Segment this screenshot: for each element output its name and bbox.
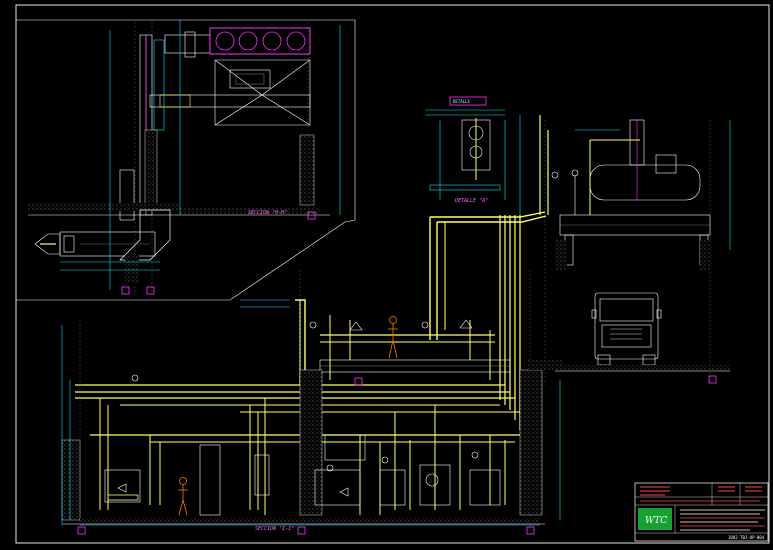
person-figure-1 bbox=[178, 477, 188, 516]
drawing-sheet: SECCION "H-H" DETALLE DETALLE "A" SECCIO… bbox=[15, 4, 770, 544]
section-bottom: SECCION "I-I" bbox=[61, 270, 563, 535]
section-title-detail: DETALLE "A" bbox=[454, 198, 488, 204]
detail-tag: DETALLE bbox=[453, 99, 470, 104]
drawing-number: 1082-TBJ-OP-004 bbox=[728, 535, 765, 540]
section-title-bottom: SECCION "I-I" bbox=[255, 526, 294, 532]
section-title-upper-left: SECCION "H-H" bbox=[248, 210, 287, 216]
section-upper-left: SECCION "H-H" bbox=[28, 20, 341, 295]
logo-text: WTC bbox=[645, 516, 667, 526]
truck-icon bbox=[591, 292, 662, 366]
person-figure-2 bbox=[388, 316, 398, 359]
title-block: WTC 1082-TBJ-OP-004 bbox=[634, 482, 769, 542]
